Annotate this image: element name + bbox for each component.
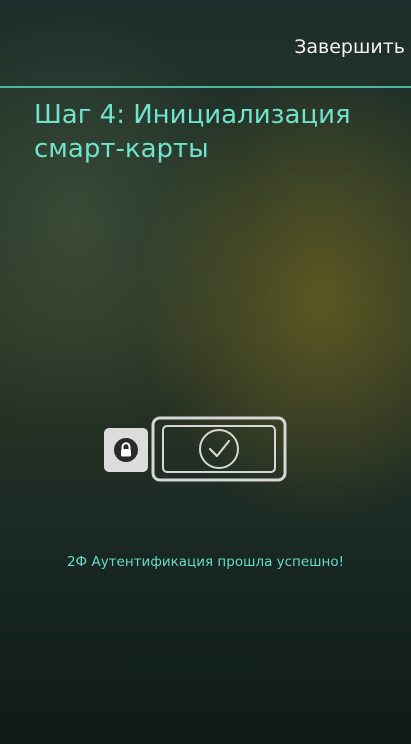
header-divider xyxy=(0,86,411,88)
finish-button[interactable]: Завершить xyxy=(294,36,405,58)
page-title: Шаг 4: Инициализация смарт-карты xyxy=(34,100,351,164)
checkmark-icon xyxy=(199,429,239,469)
smart-card-reader-icon xyxy=(151,416,287,482)
success-message: 2Ф Аутентификация прошла успешно! xyxy=(66,554,345,570)
top-bar: Завершить xyxy=(0,0,411,86)
lock-icon xyxy=(104,428,148,472)
